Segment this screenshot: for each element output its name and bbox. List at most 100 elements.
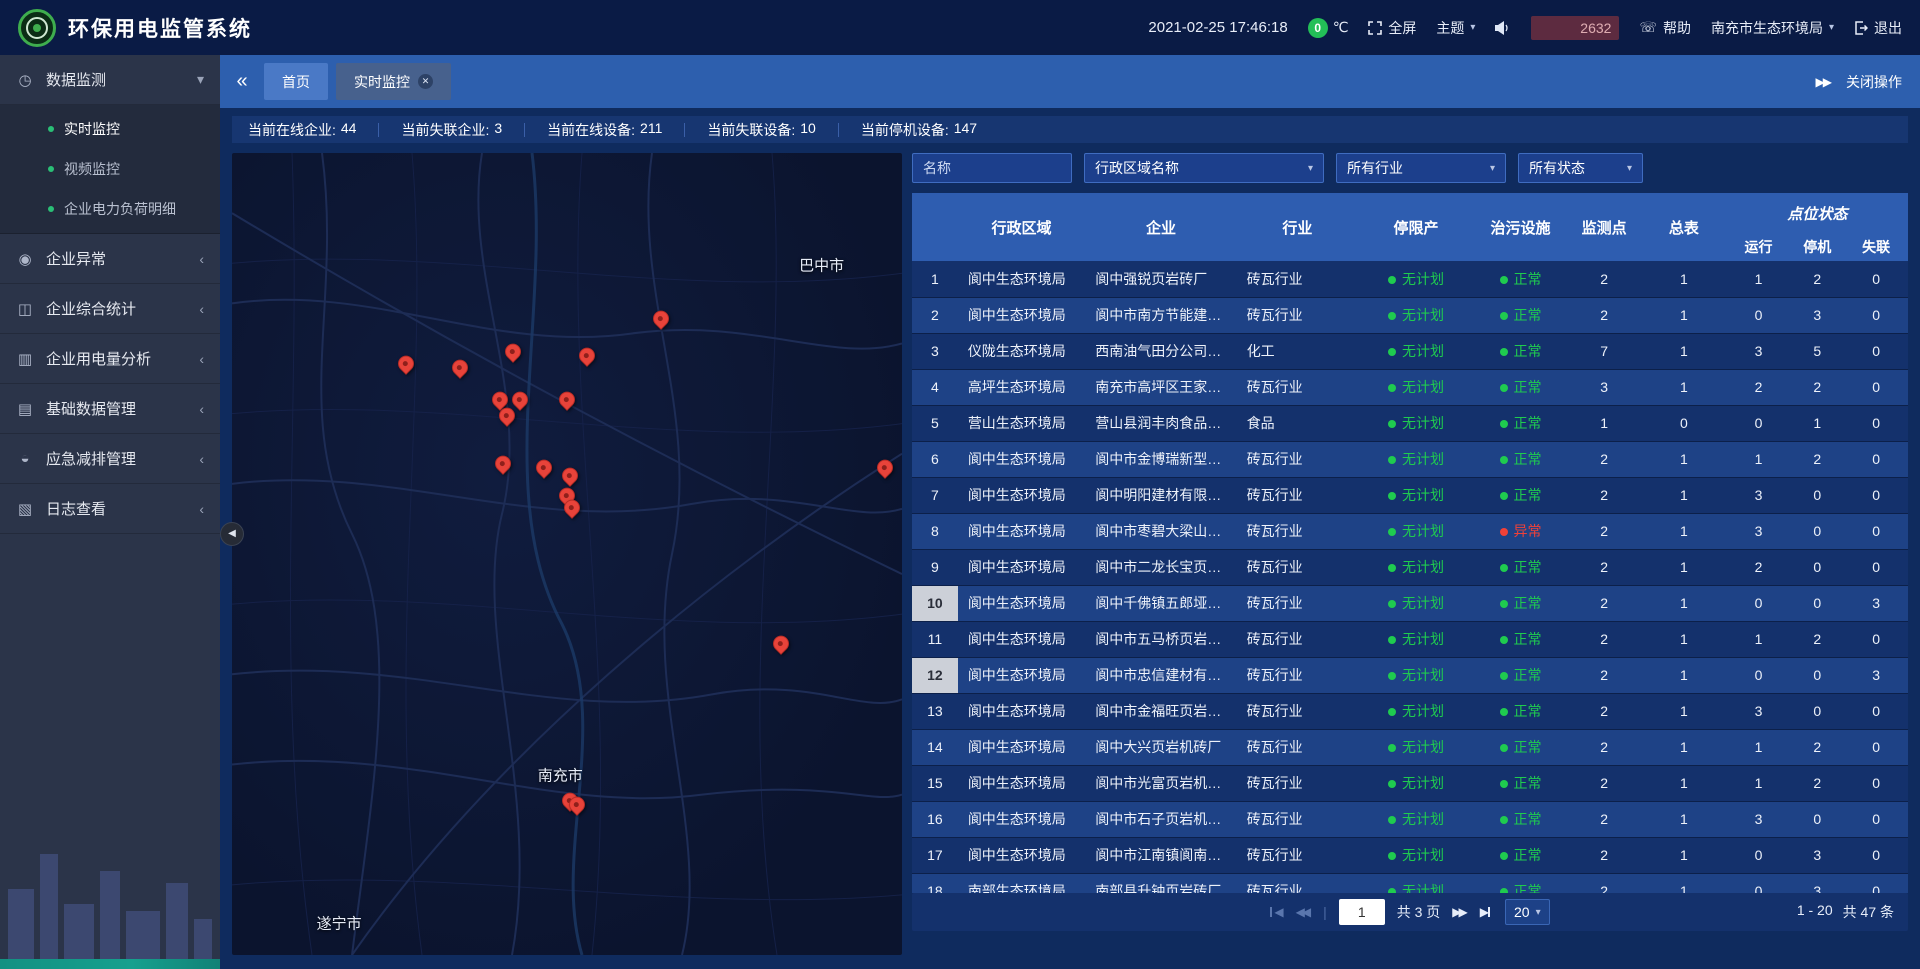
page-size-select[interactable]: 20 ▾	[1505, 899, 1550, 925]
chevron-down-icon: ▾	[1308, 163, 1313, 174]
sidebar-item-label: 应急减排管理	[46, 448, 187, 469]
map-pin[interactable]	[509, 388, 532, 411]
tab-label: 实时监控	[354, 72, 410, 92]
sidebar-item-data-monitoring[interactable]: ◷ 数据监测 ▾	[0, 55, 220, 105]
table-row[interactable]: 17阆中生态环境局阆中市江南镇阆南页岩砖瓦行业无计划正常21030	[912, 837, 1908, 873]
table-row[interactable]: 3仪陇生态环境局西南油气田分公司川中化工无计划正常71350	[912, 333, 1908, 369]
stats-bar: 当前在线企业:44当前失联企业:3当前在线设备:211当前失联设备:10当前停机…	[232, 116, 1908, 143]
select-value: 20	[1514, 904, 1530, 920]
table-row[interactable]: 12阆中生态环境局阆中市忠信建材有限公砖瓦行业无计划正常21003	[912, 657, 1908, 693]
map-pin[interactable]	[874, 456, 897, 479]
first-page-button[interactable]: ◀	[1270, 905, 1283, 919]
col-header-index	[912, 193, 958, 261]
help-label: 帮助	[1663, 18, 1691, 38]
bullet-icon	[48, 206, 54, 212]
notice-ticker: 2632	[1531, 16, 1619, 40]
sidebar-item-power-load-detail[interactable]: 企业电力负荷明细	[0, 189, 220, 229]
select-value: 所有行业	[1347, 158, 1403, 178]
next-page-button[interactable]: ▶▶	[1452, 905, 1467, 919]
table-row[interactable]: 11阆中生态环境局阆中市五马桥页岩机砖砖瓦行业无计划正常21120	[912, 621, 1908, 657]
map-pin[interactable]	[492, 452, 515, 475]
prev-page-button[interactable]: ◀◀	[1296, 905, 1311, 919]
map-pin[interactable]	[556, 388, 579, 411]
table-row[interactable]: 7阆中生态环境局阆中明阳建材有限公司砖瓦行业无计划正常21300	[912, 477, 1908, 513]
enterprise-table: 行政区域 企业 行业 停限产 治污设施 监测点 总表 点位状态	[912, 193, 1908, 893]
help-button[interactable]: ☏ 帮助	[1639, 18, 1691, 38]
col-header-facility: 治污设施	[1474, 193, 1568, 261]
table-row[interactable]: 14阆中生态环境局阆中大兴页岩机砖厂砖瓦行业无计划正常21120	[912, 729, 1908, 765]
submenu-label: 视频监控	[64, 159, 120, 179]
sidebar-item-enterprise-stats[interactable]: ◫ 企业综合统计 ‹	[0, 284, 220, 334]
sidebar-item-video-monitor[interactable]: 视频监控	[0, 149, 220, 189]
sidebar-item-log-view[interactable]: ▧ 日志查看 ‹	[0, 484, 220, 534]
announcement-icon[interactable]	[1495, 21, 1511, 35]
divider	[684, 123, 685, 137]
table-row[interactable]: 4高坪生态环境局南充市高坪区王家店建砖瓦行业无计划正常31220	[912, 369, 1908, 405]
tabs-scroll-right-button[interactable]: ▶▶	[1816, 75, 1830, 89]
sidebar-item-label: 基础数据管理	[46, 398, 187, 419]
stat-item: 当前在线企业:44	[248, 120, 356, 140]
map-pin[interactable]	[559, 464, 582, 487]
last-page-button[interactable]: ▶	[1480, 905, 1493, 919]
tab-close-icon[interactable]: ✕	[418, 74, 433, 89]
tab-realtime-monitor[interactable]: 实时监控 ✕	[336, 63, 451, 100]
total-count-label: 共 47 条	[1843, 902, 1894, 922]
map-panel: 巴中市南充市遂宁市 ◀	[232, 153, 902, 955]
page-number-input[interactable]	[1339, 899, 1385, 925]
map-pin[interactable]	[649, 308, 672, 331]
table-row[interactable]: 18南部生态环境局南部县升钟页岩砖厂砖瓦行业无计划正常21030	[912, 873, 1908, 893]
sidebar-item-label: 企业用电量分析	[46, 348, 187, 369]
sidebar-item-power-analysis[interactable]: ▥ 企业用电量分析 ‹	[0, 334, 220, 384]
region-filter-select[interactable]: 行政区域名称 ▾	[1084, 153, 1324, 183]
col-header-industry: 行业	[1237, 193, 1359, 261]
logout-button[interactable]: 退出	[1854, 18, 1902, 38]
app-logo-icon	[18, 9, 56, 47]
chevron-down-icon: ▾	[1829, 22, 1834, 33]
stat-item: 当前在线设备:211	[547, 120, 662, 140]
sidebar-item-realtime-monitor[interactable]: 实时监控	[0, 109, 220, 149]
stat-item: 当前停机设备:147	[861, 120, 977, 140]
bullet-icon	[48, 126, 54, 132]
table-row[interactable]: 13阆中生态环境局阆中市金福旺页岩机砖砖瓦行业无计划正常21300	[912, 693, 1908, 729]
datetime: 2021-02-25 17:46:18	[1148, 19, 1287, 36]
sidebar-item-base-data[interactable]: ▤ 基础数据管理 ‹	[0, 384, 220, 434]
total-pages-label: 共 3 页	[1397, 902, 1441, 922]
table-row[interactable]: 8阆中生态环境局阆中市枣碧大梁山页岩砖瓦行业无计划异常21300	[912, 513, 1908, 549]
map-pin[interactable]	[576, 344, 599, 367]
gauge-icon: ◷	[16, 71, 34, 89]
fullscreen-label: 全屏	[1388, 18, 1416, 38]
submenu-label: 企业电力负荷明细	[64, 199, 176, 219]
map-pin[interactable]	[770, 633, 793, 656]
close-operations-button[interactable]: 关闭操作	[1846, 72, 1902, 92]
table-row[interactable]: 6阆中生态环境局阆中市金博瑞新型墙材砖瓦行业无计划正常21120	[912, 441, 1908, 477]
tabbar: « 首页 实时监控 ✕ ▶▶ 关闭操作	[220, 55, 1920, 108]
map-pin[interactable]	[502, 340, 525, 363]
logout-label: 退出	[1874, 18, 1902, 38]
col-header-limit: 停限产	[1358, 193, 1474, 261]
map-pin[interactable]	[448, 356, 471, 379]
industry-filter-select[interactable]: 所有行业 ▾	[1336, 153, 1506, 183]
map-canvas[interactable]: 巴中市南充市遂宁市	[232, 153, 902, 955]
table-row[interactable]: 10阆中生态环境局阆中千佛镇五郎垭页岩砖瓦行业无计划正常21003	[912, 585, 1908, 621]
chevron-left-icon: ‹	[199, 501, 204, 517]
org-menu[interactable]: 南充市生态环境局 ▾	[1711, 18, 1834, 38]
chevron-down-icon: ▾	[1470, 22, 1475, 33]
sidebar-item-emergency-reduction[interactable]: ◒ 应急减排管理 ‹	[0, 434, 220, 484]
tab-home[interactable]: 首页	[264, 63, 328, 100]
sidebar-item-enterprise-abnormal[interactable]: ◉ 企业异常 ‹	[0, 234, 220, 284]
map-pin[interactable]	[532, 456, 555, 479]
name-filter-input[interactable]	[912, 153, 1072, 183]
table-row[interactable]: 5营山生态环境局营山县润丰肉食品有限食品无计划正常10010	[912, 405, 1908, 441]
table-row[interactable]: 15阆中生态环境局阆中市光富页岩机砖厂砖瓦行业无计划正常21120	[912, 765, 1908, 801]
table-row[interactable]: 9阆中生态环境局阆中市二龙长宝页岩砖砖瓦行业无计划正常21200	[912, 549, 1908, 585]
sidebar-submenu: 实时监控 视频监控 企业电力负荷明细	[0, 105, 220, 234]
theme-menu[interactable]: 主题 ▾	[1436, 18, 1475, 38]
map-pin[interactable]	[395, 352, 418, 375]
status-filter-select[interactable]: 所有状态 ▾	[1518, 153, 1643, 183]
fullscreen-button[interactable]: 全屏	[1368, 18, 1416, 38]
tabs-scroll-left-button[interactable]: «	[220, 70, 264, 93]
table-row[interactable]: 2阆中生态环境局阆中市南方节能建材有砖瓦行业无计划正常21030	[912, 297, 1908, 333]
collapse-map-button[interactable]: ◀	[220, 522, 244, 546]
table-row[interactable]: 1阆中生态环境局阆中强锐页岩砖厂砖瓦行业无计划正常21120	[912, 261, 1908, 297]
table-row[interactable]: 16阆中生态环境局阆中市石子页岩机砖厂砖瓦行业无计划正常21300	[912, 801, 1908, 837]
